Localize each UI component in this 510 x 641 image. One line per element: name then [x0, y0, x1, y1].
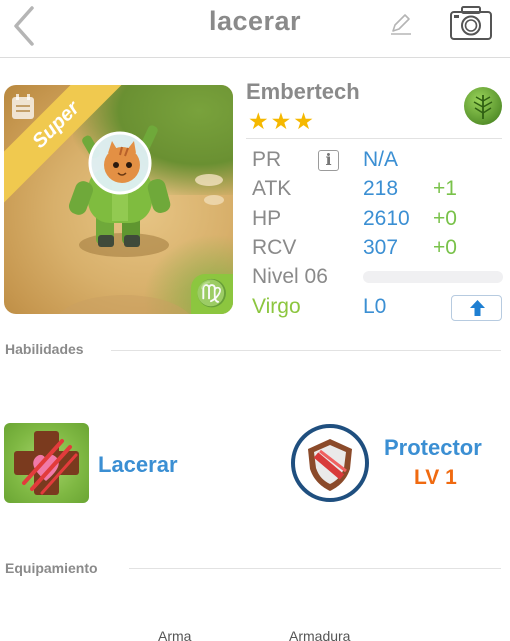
passive-skill-name[interactable]: Protector: [384, 435, 482, 461]
stat-label-pr: PR: [252, 148, 282, 171]
page-title: lacerar: [208, 6, 302, 36]
equipment-slot-weapon-label[interactable]: Arma: [158, 628, 191, 641]
upgrade-button[interactable]: [451, 295, 502, 321]
passive-skill-level: LV 1: [414, 466, 457, 489]
monster-name: Embertech: [246, 79, 360, 104]
level-progress-bar: [363, 271, 503, 283]
pencil-icon: [391, 14, 411, 35]
camera-button[interactable]: [448, 4, 494, 42]
lacerar-skill-icon[interactable]: [4, 423, 89, 503]
active-skill-name[interactable]: Lacerar: [98, 452, 178, 478]
stat-label-atk: ATK: [252, 177, 292, 200]
stat-label-rcv: RCV: [252, 236, 297, 259]
shield-icon[interactable]: [290, 423, 370, 503]
stat-value-atk: 218: [363, 177, 399, 200]
section-divider: [129, 568, 501, 569]
level-label: Nivel 06: [252, 265, 328, 288]
leaf-icon: [463, 86, 503, 126]
section-title-equipment: Equipamiento: [5, 560, 98, 576]
stat-bonus-rcv: +0: [433, 236, 457, 259]
stat-value-rcv: 307: [363, 236, 399, 259]
monster-portrait[interactable]: Super ♍: [4, 85, 233, 314]
stat-value-pr: N/A: [363, 148, 399, 171]
virgo-icon: ♍: [195, 279, 229, 309]
zodiac-badge: ♍: [191, 274, 233, 314]
arrow-up-icon: [470, 300, 485, 316]
zodiac-level-value: L0: [363, 295, 387, 318]
zodiac-sign-label: Virgo: [252, 295, 301, 318]
star-rating: ★★★: [248, 108, 316, 134]
top-bar: lacerar: [0, 0, 510, 58]
stat-bonus-hp: +0: [433, 207, 457, 230]
stat-value-hp: 2610: [363, 207, 410, 230]
info-icon[interactable]: i: [318, 150, 339, 171]
equipment-slot-armor-label[interactable]: Armadura: [289, 628, 350, 641]
section-title-skills: Habilidades: [5, 341, 84, 357]
stat-bonus-atk: +1: [433, 177, 457, 200]
section-divider: [111, 350, 501, 351]
card-icon: [10, 93, 36, 121]
divider: [246, 138, 502, 139]
camera-icon: [450, 6, 492, 40]
edit-button[interactable]: [388, 10, 414, 36]
stat-label-hp: HP: [252, 207, 282, 230]
